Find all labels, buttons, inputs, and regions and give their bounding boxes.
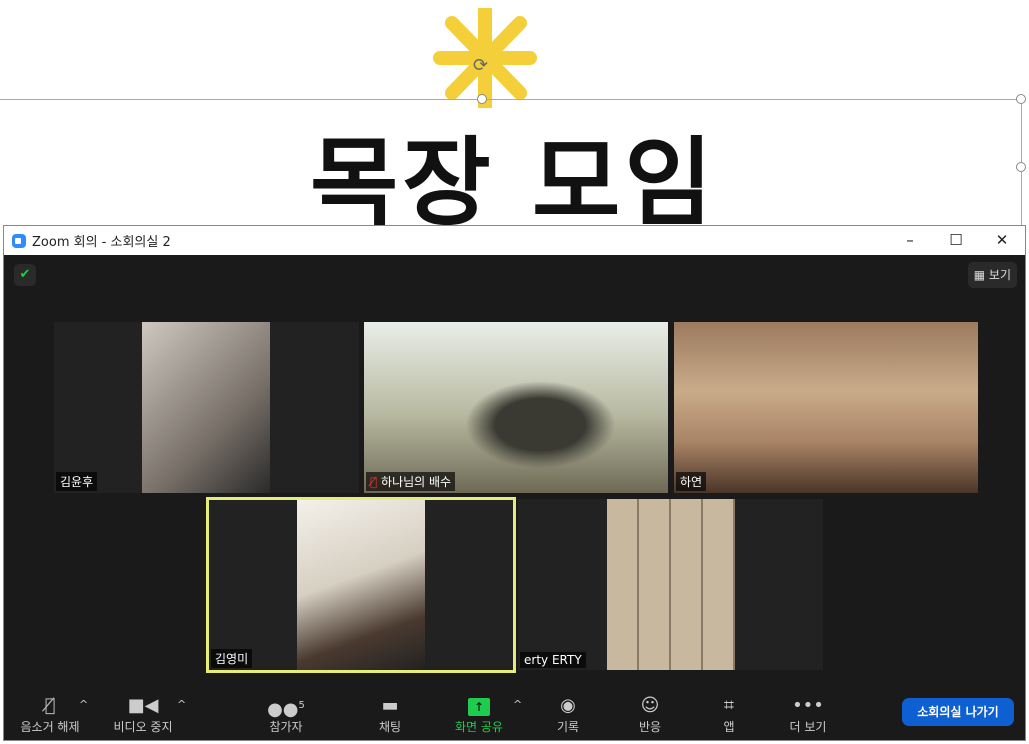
share-label: 화면 공유 bbox=[455, 720, 503, 734]
participant-video bbox=[607, 499, 735, 670]
zoom-logo-icon bbox=[12, 233, 26, 248]
leave-breakout-room-button[interactable]: 소회의실 나가기 bbox=[902, 698, 1014, 726]
participant-name-text: 하나님의 배수 bbox=[381, 475, 452, 489]
participant-name: 김윤후 bbox=[56, 472, 98, 491]
resize-handle[interactable] bbox=[1016, 162, 1026, 172]
participant-video bbox=[297, 500, 425, 670]
participant-count: 5 bbox=[298, 700, 305, 711]
meeting-toolbar: 🎙̸ 음소거 해제 ^ ■◀ 비디오 중지 ^ ●●5 참가자 ▬ 채팅 ↑ 화면 공유 … bbox=[4, 688, 1025, 740]
minimize-button[interactable]: – bbox=[887, 226, 933, 255]
apps-button[interactable]: ⌗ 앱 bbox=[689, 694, 769, 735]
stop-video-button[interactable]: ■◀ 비디오 중지 bbox=[103, 694, 183, 735]
participant-name: erty ERTY bbox=[520, 652, 586, 668]
share-arrow-icon: ↑ bbox=[468, 698, 490, 716]
unmute-button[interactable]: 🎙̸ 음소거 해제 bbox=[10, 694, 90, 735]
participants-button[interactable]: ●●5 참가자 bbox=[246, 694, 326, 735]
participants-label: 참가자 bbox=[269, 720, 303, 734]
audio-options-caret[interactable]: ^ bbox=[79, 698, 88, 711]
participant-name: 하연 bbox=[676, 472, 707, 491]
participant-video bbox=[142, 322, 270, 493]
participants-icon: ●● bbox=[267, 699, 299, 720]
muted-mic-icon: 🎙̸ bbox=[44, 695, 56, 716]
reactions-label: 반응 bbox=[638, 720, 662, 734]
apps-icon: ⌗ bbox=[723, 695, 735, 716]
chat-label: 채팅 bbox=[378, 720, 402, 734]
window-title: Zoom 회의 - 소회의실 2 bbox=[32, 235, 171, 250]
video-tile-active-speaker[interactable]: 김영미 bbox=[206, 497, 516, 673]
presentation-slide: ⟳ 목장 모임 bbox=[0, 0, 1029, 239]
video-tile[interactable]: 하연 bbox=[674, 322, 978, 493]
maximize-button[interactable]: ☐ bbox=[933, 226, 979, 255]
rotate-handle-icon[interactable]: ⟳ bbox=[473, 55, 493, 76]
close-button[interactable]: ✕ bbox=[979, 226, 1025, 255]
participant-name: 🎙̸ 하나님의 배수 bbox=[366, 472, 456, 491]
record-label: 기록 bbox=[556, 720, 580, 734]
resize-handle[interactable] bbox=[1016, 94, 1026, 104]
security-shield-icon[interactable]: ✔ bbox=[14, 264, 36, 286]
view-button[interactable]: ▦ 보기 bbox=[967, 262, 1017, 288]
grid-icon: ▦ bbox=[973, 268, 986, 282]
chat-icon: ▬ bbox=[381, 695, 399, 716]
video-tile[interactable]: 🎙̸ 하나님의 배수 bbox=[364, 322, 668, 493]
record-button[interactable]: ◉ 기록 bbox=[528, 694, 608, 735]
emoji-icon: ☺ bbox=[640, 695, 660, 716]
share-screen-button[interactable]: ↑ 화면 공유 bbox=[439, 694, 519, 735]
muted-mic-icon: 🎙̸ bbox=[370, 475, 378, 489]
chat-button[interactable]: ▬ 채팅 bbox=[350, 694, 430, 735]
stop-video-label: 비디오 중지 bbox=[113, 720, 173, 734]
selection-border bbox=[0, 99, 1022, 100]
video-camera-icon: ■◀ bbox=[127, 695, 159, 716]
share-options-caret[interactable]: ^ bbox=[513, 698, 522, 711]
slide-title: 목장 모임 bbox=[310, 127, 717, 239]
participant-name: 김영미 bbox=[211, 649, 253, 668]
reactions-button[interactable]: ☺ 반응 bbox=[610, 694, 690, 735]
apps-label: 앱 bbox=[723, 720, 735, 734]
video-options-caret[interactable]: ^ bbox=[177, 698, 186, 711]
record-icon: ◉ bbox=[560, 695, 576, 716]
participant-video bbox=[674, 322, 978, 493]
more-label: 더 보기 bbox=[789, 720, 827, 734]
more-dots-icon: ••• bbox=[792, 695, 824, 716]
video-tile[interactable]: erty ERTY bbox=[518, 499, 823, 670]
view-label: 보기 bbox=[988, 268, 1011, 282]
video-tile[interactable]: 김윤후 bbox=[54, 322, 359, 493]
zoom-window: Zoom 회의 - 소회의실 2 – ☐ ✕ ✔ ▦ 보기 김윤후 🎙̸ 하나님… bbox=[3, 225, 1026, 741]
unmute-label: 음소거 해제 bbox=[20, 720, 80, 734]
title-bar: Zoom 회의 - 소회의실 2 – ☐ ✕ bbox=[4, 226, 1025, 255]
participant-video bbox=[364, 322, 668, 493]
resize-handle[interactable] bbox=[477, 94, 487, 104]
more-button[interactable]: ••• 더 보기 bbox=[768, 694, 848, 735]
